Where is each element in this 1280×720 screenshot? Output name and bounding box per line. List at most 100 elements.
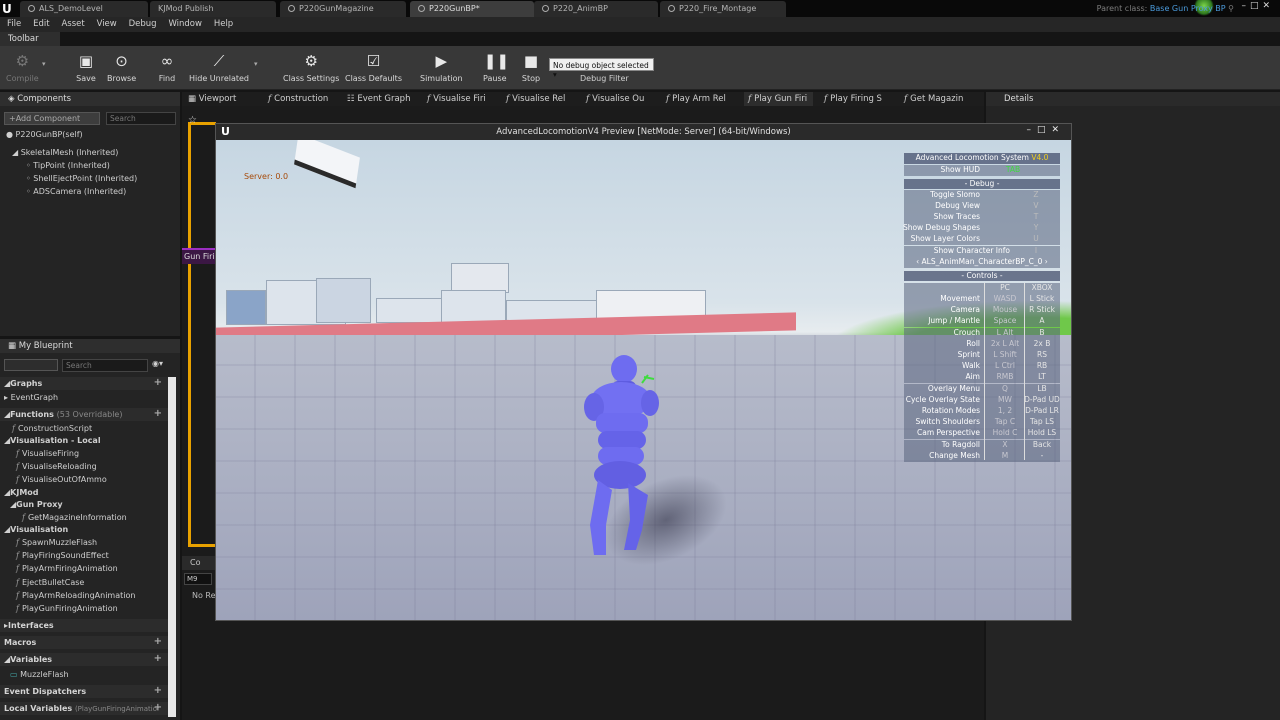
compiler-results-tab[interactable]: Co — [182, 556, 216, 570]
compiler-message-box: M9 — [184, 573, 212, 585]
menu-file[interactable]: File — [7, 17, 21, 29]
functions-section-header[interactable]: ◢Functions (53 Overridable) + — [0, 408, 168, 421]
function-visualisefiring[interactable]: f VisualiseFiring — [16, 449, 79, 458]
search-icon[interactable]: ⚲ — [1228, 4, 1234, 13]
tab-event-graph[interactable]: ☷ Event Graph — [347, 92, 410, 106]
view-options-eye-icon[interactable]: ◉▾ — [152, 359, 163, 368]
class-defaults-button[interactable]: ☑ Class Defaults — [345, 50, 402, 83]
tab-play-arm-reloading[interactable]: f Play Arm Rel — [666, 92, 726, 106]
add-dispatcher-plus-icon[interactable]: + — [154, 685, 162, 696]
menu-edit[interactable]: Edit — [33, 17, 49, 29]
compile-options-dropdown[interactable]: ▾ — [42, 60, 46, 68]
save-button[interactable]: ▣ Save — [75, 50, 97, 83]
tab-visualise-firing[interactable]: f Visualise Firi — [427, 92, 486, 106]
find-button[interactable]: ∞ Find — [156, 50, 178, 83]
pie-preview-window[interactable]: U AdvancedLocomotionV4 Preview [NetMode:… — [215, 123, 1072, 621]
doc-tab-p220gunmagazine[interactable]: P220GunMagazine — [280, 1, 406, 17]
bookmark-star-icon[interactable]: ☆ — [188, 115, 197, 126]
component-adscamera[interactable]: ◦ ADSCamera (Inherited) — [26, 187, 126, 196]
function-getmagazineinformation[interactable]: f GetMagazineInformation — [22, 513, 127, 522]
doc-tab-kjmod-publish[interactable]: KJMod Publish — [150, 1, 276, 17]
doc-tab-p220-fire-montage[interactable]: P220_Fire_Montage — [660, 1, 786, 17]
class-settings-button[interactable]: ⚙ Class Settings — [283, 50, 339, 83]
event-dispatchers-section-header[interactable]: Event Dispatchers + — [0, 685, 168, 698]
doc-tab-p220gunbp[interactable]: P220GunBP* — [410, 1, 534, 17]
game-viewport[interactable]: Server: 0.0 Advanced Locomotion System V… — [216, 140, 1071, 620]
category-visualisation-local[interactable]: ◢Visualisation - Local — [4, 436, 101, 445]
compile-button[interactable]: ⚙ Compile — [6, 50, 39, 83]
category-kjmod[interactable]: ◢KJMod — [4, 488, 39, 497]
menu-help[interactable]: Help — [214, 17, 233, 29]
variables-section-header[interactable]: ◢Variables + — [0, 653, 168, 666]
component-self[interactable]: ● P220GunBP(self) — [6, 130, 83, 139]
simulation-button[interactable]: ▶ Simulation — [420, 50, 463, 83]
preview-window-controls[interactable]: –□✕ — [1026, 125, 1065, 135]
tab-construction[interactable]: f Construction — [268, 92, 328, 106]
component-skeletalmesh[interactable]: ◢ SkeletalMesh (Inherited) — [12, 148, 118, 157]
menu-view[interactable]: View — [97, 17, 117, 29]
preview-title-bar[interactable]: U AdvancedLocomotionV4 Preview [NetMode:… — [216, 124, 1071, 140]
pause-button[interactable]: ❚❚ Pause — [483, 50, 509, 83]
window-controls[interactable]: –□✕ — [1241, 1, 1274, 11]
scrollbar[interactable] — [168, 377, 176, 717]
add-macro-plus-icon[interactable]: + — [154, 636, 162, 647]
tab-visualise-reloading[interactable]: f Visualise Rel — [506, 92, 565, 106]
local-variables-section-header[interactable]: Local Variables (PlayGunFiringAnimatior + — [0, 702, 168, 715]
tab-play-firing-sound[interactable]: f Play Firing S — [824, 92, 882, 106]
menu-window[interactable]: Window — [168, 17, 202, 29]
category-visualisation[interactable]: ◢Visualisation — [4, 525, 68, 534]
add-local-variable-plus-icon[interactable]: + — [154, 702, 162, 713]
components-search-input[interactable]: Search — [106, 112, 176, 125]
category-gun-proxy[interactable]: ◢Gun Proxy — [10, 500, 63, 509]
tab-viewport[interactable]: ▦ Viewport — [188, 92, 236, 106]
hud-control-row: Sprint L Shift RS — [904, 350, 1060, 361]
function-visualisereloading[interactable]: f VisualiseReloading — [16, 462, 97, 471]
event-graph-item[interactable]: ▸ EventGraph — [4, 393, 58, 402]
menu-debug[interactable]: Debug — [129, 17, 157, 29]
add-graph-plus-icon[interactable]: + — [154, 377, 162, 388]
add-component-button[interactable]: +Add Component — [4, 112, 100, 125]
components-panel-header[interactable]: ◈ Components — [0, 92, 180, 106]
function-entry-node[interactable]: Gun Firi — [182, 248, 216, 264]
browse-button[interactable]: ⊙ Browse — [107, 50, 136, 83]
variable-muzzleflash[interactable]: ▭ MuzzleFlash — [10, 670, 69, 679]
my-blueprint-panel-header[interactable]: ▦ My Blueprint — [0, 339, 180, 353]
function-constructionscript[interactable]: f ConstructionScript — [12, 424, 92, 433]
function-playfiringsoundeffect[interactable]: f PlayFiringSoundEffect — [16, 551, 109, 560]
add-function-plus-icon[interactable]: + — [154, 408, 162, 419]
minimize-icon[interactable]: – — [1241, 1, 1250, 11]
function-spawnmuzzleflash[interactable]: f SpawnMuzzleFlash — [16, 538, 97, 547]
doc-tab-als-demolevel[interactable]: ALS_DemoLevel — [20, 1, 148, 17]
macros-section-header[interactable]: Macros + — [0, 636, 168, 649]
maximize-icon[interactable]: □ — [1037, 125, 1052, 135]
close-icon[interactable]: ✕ — [1262, 1, 1274, 11]
details-panel-header[interactable]: Details — [986, 92, 1280, 106]
my-blueprint-search-input[interactable]: Search — [62, 359, 148, 372]
close-icon[interactable]: ✕ — [1051, 125, 1065, 135]
function-playgunfiringanimation[interactable]: f PlayGunFiringAnimation — [16, 604, 118, 613]
function-playarmfiringanimation[interactable]: f PlayArmFiringAnimation — [16, 564, 118, 573]
tab-visualise-outofammo[interactable]: f Visualise Ou — [586, 92, 644, 106]
function-ejectbulletcase[interactable]: f EjectBulletCase — [16, 578, 84, 587]
tab-get-magazine[interactable]: f Get Magazin — [904, 92, 963, 106]
component-tippoint[interactable]: ◦ TipPoint (Inherited) — [26, 161, 110, 170]
parent-class-link[interactable]: Base Gun Proxy BP — [1150, 4, 1226, 13]
hud-control-pc-key: Space — [993, 316, 1017, 326]
hide-unrelated-dropdown[interactable]: ▾ — [254, 60, 258, 68]
add-variable-plus-icon[interactable]: + — [154, 653, 162, 664]
add-new-button[interactable] — [4, 359, 58, 371]
stop-button[interactable]: ■ Stop — [520, 50, 542, 83]
component-shellejectpoint[interactable]: ◦ ShellEjectPoint (Inherited) — [26, 174, 137, 183]
debug-object-select[interactable]: No debug object selected ▾ — [549, 58, 654, 79]
graphs-section-header[interactable]: ◢Graphs + — [0, 377, 168, 390]
interfaces-section-header[interactable]: ▸Interfaces — [0, 619, 168, 632]
menu-asset[interactable]: Asset — [61, 17, 84, 29]
doc-tab-p220-animbp[interactable]: P220_AnimBP — [534, 1, 658, 17]
maximize-icon[interactable]: □ — [1250, 1, 1263, 11]
hide-unrelated-button[interactable]: ⟋ Hide Unrelated — [189, 50, 249, 83]
toolbar-tab[interactable]: Toolbar — [0, 32, 60, 46]
function-visualiseoutofammo[interactable]: f VisualiseOutOfAmmo — [16, 475, 107, 484]
function-playarmreloadinganimation[interactable]: f PlayArmReloadingAnimation — [16, 591, 135, 600]
minimize-icon[interactable]: – — [1026, 125, 1037, 135]
tab-play-gun-firing[interactable]: f Play Gun Firi — [744, 92, 814, 106]
